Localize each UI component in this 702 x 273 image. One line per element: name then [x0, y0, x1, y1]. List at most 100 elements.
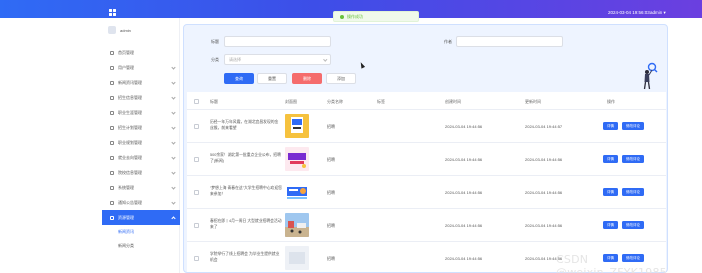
current-time: 2024-03-04 19:56:03	[608, 10, 650, 15]
sidebar-item-notice[interactable]: 通知公告管理	[102, 195, 180, 210]
doc-icon	[110, 110, 114, 115]
row-title[interactable]: 历经一年万年风霜，在湖北宜昌发现的金丝猴，前来看望	[210, 119, 282, 131]
toast-text: 操作成功	[347, 13, 363, 19]
detail-button[interactable]: 详情	[603, 221, 618, 229]
author-input[interactable]	[456, 36, 563, 47]
home-icon	[110, 50, 114, 55]
doc-icon	[110, 95, 114, 100]
row-category: 招聘	[327, 157, 335, 162]
row-updated: 2024-03-04 19:44:57	[525, 124, 563, 129]
sidebar-item-plan[interactable]: 招生计划管理	[102, 120, 180, 135]
row-updated: 2024-03-04 19:44:56	[525, 190, 563, 195]
cover-image	[285, 114, 309, 138]
main-content: 标题 作者 分类 请选择 查询 重置 删除 添加 标题 封面图 分类名称 标签 …	[183, 24, 668, 273]
row-checkbox[interactable]	[194, 256, 199, 261]
cover-image	[285, 180, 309, 204]
row-title[interactable]: 500余家！湖北第一批重点企业公布，招聘了(新闻)	[210, 152, 282, 164]
sidebar-item-destination[interactable]: 就业去向管理	[102, 150, 180, 165]
header-category[interactable]: 分类名称	[327, 99, 343, 105]
cover-image	[285, 147, 309, 171]
author-label: 作者	[444, 39, 452, 44]
edit-comment-button[interactable]: 修改评论	[622, 188, 644, 196]
header-updated[interactable]: 更新时间	[525, 99, 541, 105]
row-title[interactable]: 春招在即丨4月一周日 大型就业招聘会活动来了	[210, 218, 282, 230]
row-updated: 2024-03-04 19:44:56	[525, 157, 563, 162]
doc-icon	[110, 155, 114, 160]
sidebar: admin 首页管理 用户管理 新闻资讯管理 招生信息管理 职业生涯管理 招生计…	[102, 18, 180, 273]
row-category: 招聘	[327, 124, 335, 129]
chevron-down-icon	[171, 95, 176, 100]
delete-button[interactable]: 删除	[292, 73, 322, 84]
sidebar-item-enrollment[interactable]: 招生信息管理	[102, 90, 180, 105]
sidebar-subitem-category[interactable]: 新闻分类	[102, 239, 180, 253]
header-created[interactable]: 创建时间	[445, 99, 461, 105]
bell-icon	[110, 200, 114, 205]
header-tag: 标签	[377, 99, 385, 104]
sidebar-item-label: 新闻资讯管理	[118, 79, 142, 85]
sidebar-item-school[interactable]: 院校信息管理	[102, 165, 180, 180]
sidebar-item-label: 资源管理	[118, 214, 134, 220]
edit-comment-button[interactable]: 修改评论	[622, 122, 644, 130]
table-row: 历经一年万年风霜，在湖北宜昌发现的金丝猴，前来看望 招聘 2024-03-04 …	[187, 110, 666, 143]
sidebar-item-label: 职业规划管理	[118, 139, 142, 145]
brand-name: admin	[120, 27, 131, 33]
sidebar-item-label: 系统管理	[118, 184, 134, 190]
chevron-down-icon	[171, 155, 176, 160]
sidebar-item-home[interactable]: 首页管理	[102, 45, 180, 60]
title-input[interactable]	[224, 36, 331, 47]
gear-icon	[110, 185, 114, 190]
person-illustration-icon	[643, 62, 658, 90]
edit-comment-button[interactable]: 修改评论	[622, 221, 644, 229]
sidebar-item-label: 通知公告管理	[118, 199, 142, 205]
chevron-down-icon	[171, 200, 176, 205]
sidebar-item-users[interactable]: 用户管理	[102, 60, 180, 75]
edit-comment-button[interactable]: 修改评论	[622, 155, 644, 163]
row-title[interactable]: 学院举行了线上招聘会 为毕业生提供就业机会	[210, 251, 282, 263]
cursor-icon	[358, 61, 366, 69]
sidebar-item-label: 职业生涯管理	[118, 109, 142, 115]
search-button[interactable]: 查询	[224, 73, 254, 84]
chevron-down-icon	[171, 65, 176, 70]
chevron-down-icon	[171, 140, 176, 145]
reset-button[interactable]: 重置	[257, 73, 287, 84]
detail-button[interactable]: 详情	[603, 122, 618, 130]
chevron-down-icon	[171, 170, 176, 175]
success-toast: 操作成功	[333, 11, 419, 22]
news-table: 标题 封面图 分类名称 标签 创建时间 更新时间 操作 历经一年万年风霜，在湖北…	[187, 92, 666, 272]
cover-image	[285, 213, 309, 237]
row-checkbox[interactable]	[194, 190, 199, 195]
category-select[interactable]: 请选择	[224, 54, 331, 65]
sidebar-subitem-news[interactable]: 新闻资讯	[102, 225, 180, 239]
brand: admin	[108, 26, 131, 34]
row-created: 2024-03-04 19:44:56	[445, 256, 483, 261]
row-category: 招聘	[327, 190, 335, 195]
add-button[interactable]: 添加	[326, 73, 356, 84]
header-title[interactable]: 标题	[210, 99, 218, 105]
sidebar-item-resource[interactable]: 资源管理	[102, 210, 180, 225]
menu-grid-icon[interactable]	[109, 9, 116, 16]
chevron-down-icon	[322, 57, 327, 62]
row-title[interactable]: “梦想上海 青春在这”大学生招聘中心欢迎您来参加！	[210, 185, 282, 197]
user-menu[interactable]: admin ▾	[650, 10, 666, 16]
sidebar-item-label: 招生计划管理	[118, 124, 142, 130]
row-created: 2024-03-04 19:44:56	[445, 124, 483, 129]
row-created: 2024-03-04 19:44:56	[445, 157, 483, 162]
sidebar-item-label: 院校信息管理	[118, 169, 142, 175]
sidebar-item-system[interactable]: 系统管理	[102, 180, 180, 195]
table-header: 标题 封面图 分类名称 标签 创建时间 更新时间 操作	[187, 92, 666, 110]
doc-icon	[110, 125, 114, 130]
sidebar-item-career[interactable]: 职业生涯管理	[102, 105, 180, 120]
sidebar-item-news[interactable]: 新闻资讯管理	[102, 75, 180, 90]
sidebar-item-planning[interactable]: 职业规划管理	[102, 135, 180, 150]
row-checkbox[interactable]	[194, 223, 199, 228]
check-circle-icon	[340, 14, 344, 19]
select-all-checkbox[interactable]	[194, 99, 199, 104]
detail-button[interactable]: 详情	[603, 155, 618, 163]
title-label: 标题	[211, 39, 219, 44]
row-checkbox[interactable]	[194, 157, 199, 162]
detail-button[interactable]: 详情	[603, 188, 618, 196]
chevron-down-icon	[171, 110, 176, 115]
avatar	[108, 26, 116, 34]
sidebar-nav: 首页管理 用户管理 新闻资讯管理 招生信息管理 职业生涯管理 招生计划管理 职业…	[102, 45, 180, 253]
row-checkbox[interactable]	[194, 124, 199, 129]
